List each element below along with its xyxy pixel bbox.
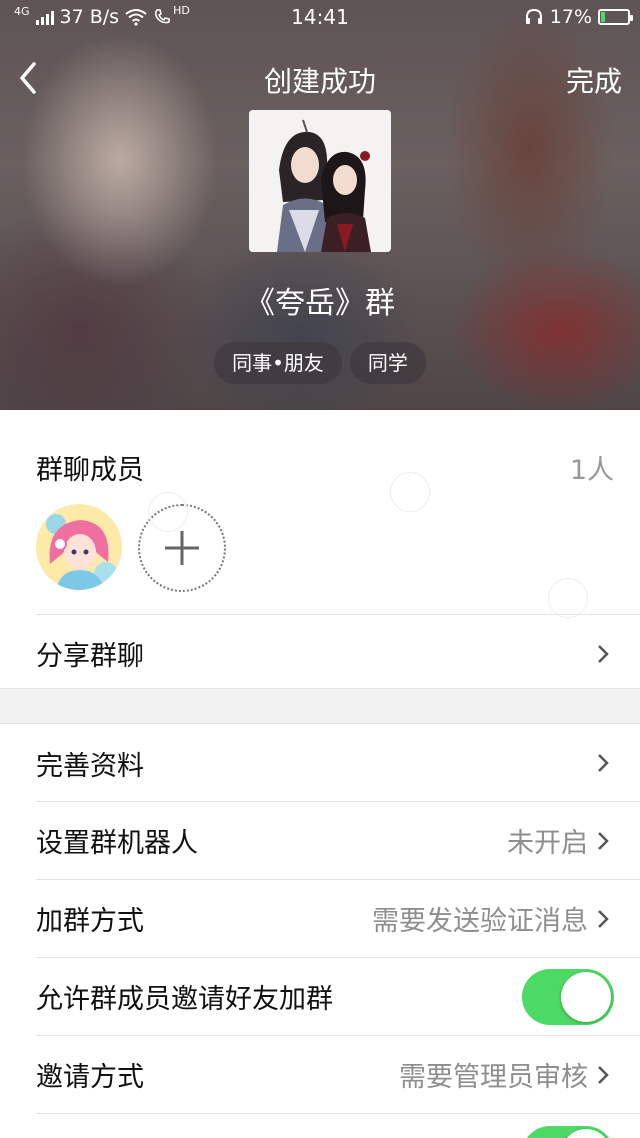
- invite-method-row[interactable]: 邀请方式 需要管理员审核: [36, 1035, 640, 1113]
- allow-invite-row: 允许群成员邀请好友加群: [36, 957, 640, 1035]
- chevron-right-icon: [598, 754, 609, 772]
- row-value: 需要发送验证消息: [372, 906, 588, 937]
- chevron-right-icon: [598, 644, 609, 663]
- section-divider: [0, 688, 640, 724]
- row-label: 完善资料: [36, 750, 144, 782]
- allow-invite-toggle[interactable]: [522, 968, 614, 1025]
- join-method-row[interactable]: 加群方式 需要发送验证消息: [36, 879, 640, 957]
- plus-icon: [165, 531, 199, 565]
- row-value: 未开启: [507, 828, 588, 859]
- group-tag[interactable]: 同学: [349, 342, 426, 384]
- partial-toggle[interactable]: [522, 1126, 614, 1138]
- group-tags: 同事•朋友 同学: [0, 342, 640, 384]
- settings-panel: 群聊成员 1人 分享群聊 完善资料 设置群机器人 未开启 加群方式 需要发送验证…: [0, 410, 640, 1138]
- chevron-right-icon: [598, 909, 609, 928]
- battery-icon: [598, 9, 633, 25]
- members-label: 群聊成员: [36, 455, 144, 486]
- chevron-right-icon: [598, 831, 609, 850]
- group-robot-row[interactable]: 设置群机器人 未开启: [36, 801, 640, 879]
- row-label: 加群方式: [36, 906, 144, 937]
- ripple-circle: [548, 578, 588, 618]
- group-avatar[interactable]: [249, 110, 391, 252]
- page-title: 创建成功: [263, 65, 376, 98]
- complete-profile-row[interactable]: 完善资料: [36, 724, 640, 802]
- status-bar: 4G 37 B/s HD 14:41 17%: [0, 0, 640, 34]
- group-name[interactable]: 《夸岳》群: [0, 278, 640, 322]
- toggle-knob: [561, 1129, 611, 1138]
- battery-percent: 17%: [549, 6, 592, 28]
- share-group-row[interactable]: 分享群聊: [36, 614, 640, 692]
- row-label: 设置群机器人: [36, 828, 198, 859]
- chevron-right-icon: [598, 1065, 609, 1084]
- navigation-bar: 创建成功 完成: [0, 50, 640, 106]
- member-avatar-image: [36, 504, 122, 590]
- row-value: 需要管理员审核: [399, 1062, 588, 1093]
- row-label: 允许群成员邀请好友加群: [36, 984, 333, 1015]
- row-label: 邀请方式: [36, 1062, 144, 1093]
- done-button[interactable]: 完成: [566, 60, 622, 100]
- headphones-icon: [525, 8, 542, 24]
- row-label: 分享群聊: [36, 641, 144, 672]
- toggle-knob: [561, 971, 611, 1022]
- member-avatar[interactable]: [36, 504, 122, 590]
- group-avatar-image: [249, 110, 391, 252]
- group-tag[interactable]: 同事•朋友: [214, 342, 342, 384]
- members-header[interactable]: 群聊成员 1人: [36, 448, 614, 487]
- ripple-circle: [148, 492, 188, 532]
- ripple-circle: [390, 472, 430, 512]
- members-count: 1人: [569, 455, 614, 486]
- partial-row: [36, 1113, 640, 1138]
